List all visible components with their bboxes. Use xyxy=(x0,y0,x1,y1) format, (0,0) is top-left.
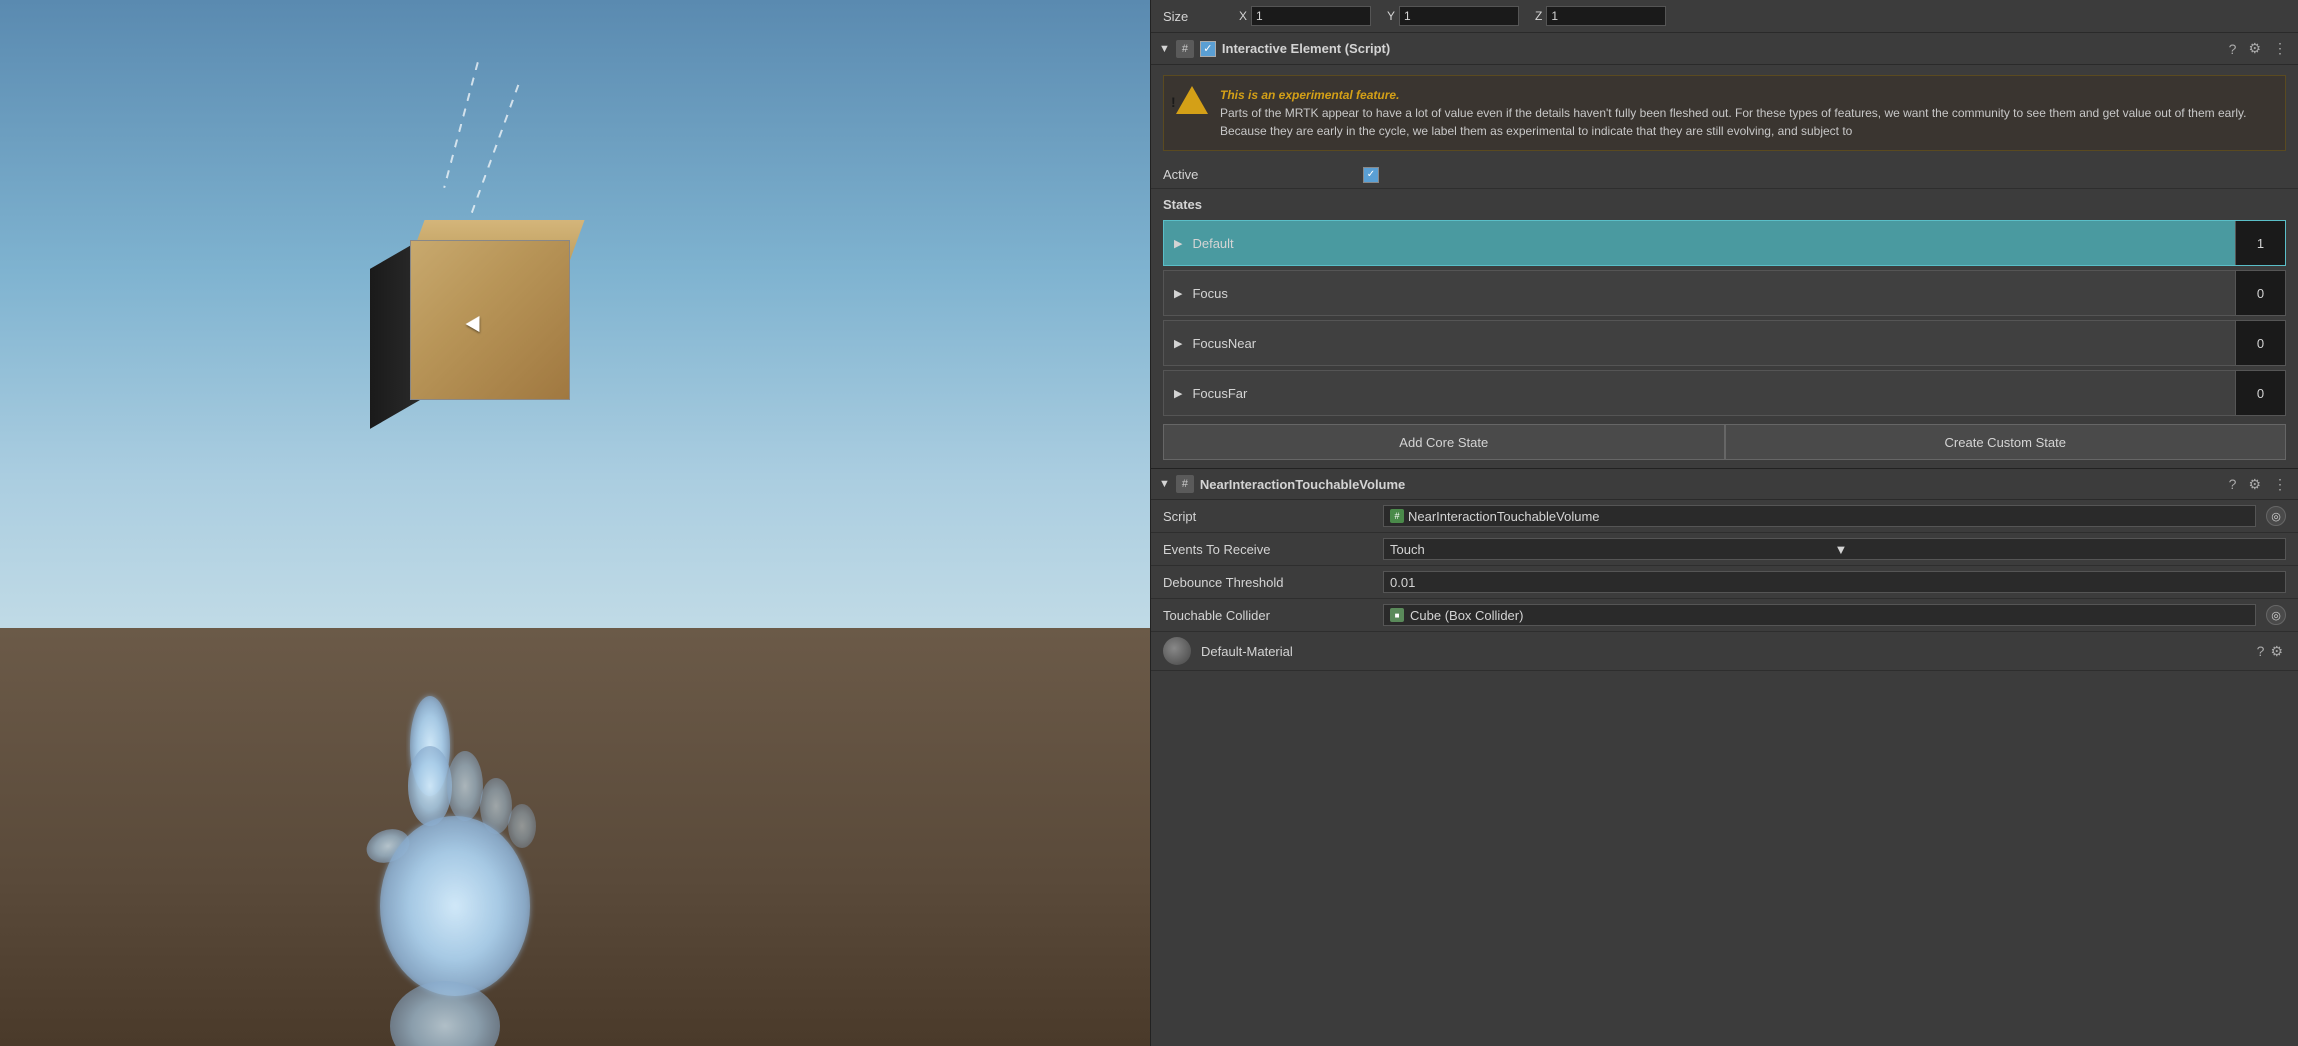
debounce-label: Debounce Threshold xyxy=(1163,575,1383,590)
cube-collider-icon: ■ xyxy=(1390,608,1404,622)
near-interaction-header: ▼ # NearInteractionTouchableVolume ? ⚙ ⋮ xyxy=(1151,468,2298,500)
script-ref-icon: # xyxy=(1390,509,1404,523)
warning-text-content: This is an experimental feature. Parts o… xyxy=(1220,86,2273,140)
ni-hash-badge: # xyxy=(1176,475,1194,493)
ie-section-title: Interactive Element (Script) xyxy=(1222,41,2220,56)
events-dropdown-arrow: ▼ xyxy=(1835,542,2280,557)
state-focus-name: Focus xyxy=(1192,286,2235,301)
state-item-default[interactable]: ▶ Default 1 xyxy=(1163,220,2286,266)
hand-object xyxy=(300,686,580,1046)
collider-ref-field[interactable]: ■ Cube (Box Collider) xyxy=(1383,604,2256,626)
state-focus-arrow[interactable]: ▶ xyxy=(1164,287,1192,300)
ni-settings-icon[interactable]: ⚙ xyxy=(2245,476,2264,493)
debounce-input[interactable] xyxy=(1383,571,2286,593)
size-z-label: Z xyxy=(1535,9,1542,23)
script-row: Script # NearInteractionTouchableVolume … xyxy=(1151,500,2298,533)
ie-hash-badge: # xyxy=(1176,40,1194,58)
active-row: Active ✓ xyxy=(1151,161,2298,189)
warning-body: Parts of the MRTK appear to have a lot o… xyxy=(1220,106,2246,138)
events-row: Events To Receive Touch ▼ xyxy=(1151,533,2298,566)
ie-help-icon[interactable]: ? xyxy=(2226,41,2240,57)
script-value-container: # NearInteractionTouchableVolume ◎ xyxy=(1383,505,2286,527)
collider-ref-text: Cube (Box Collider) xyxy=(1410,608,1523,623)
state-focusnear-value: 0 xyxy=(2235,321,2285,365)
ni-help-icon[interactable]: ? xyxy=(2226,476,2240,492)
ie-settings-icon[interactable]: ⚙ xyxy=(2245,40,2264,57)
state-default-arrow[interactable]: ▶ xyxy=(1164,237,1192,250)
collider-target-button[interactable]: ◎ xyxy=(2266,605,2286,625)
state-default-value: 1 xyxy=(2235,221,2285,265)
events-value: Touch xyxy=(1390,542,1835,557)
size-y-input[interactable] xyxy=(1399,6,1519,26)
inspector-panel: Size X Y Z ▼ # ✓ Interactive Element (Sc… xyxy=(1150,0,2298,1046)
state-focusfar-value: 0 xyxy=(2235,371,2285,415)
material-row: Default-Material ? ⚙ xyxy=(1151,632,2298,671)
states-section-label: States xyxy=(1151,189,2298,216)
state-item-focus[interactable]: ▶ Focus 0 xyxy=(1163,270,2286,316)
ie-enabled-checkbox[interactable]: ✓ xyxy=(1200,41,1216,57)
events-dropdown[interactable]: Touch ▼ xyxy=(1383,538,2286,560)
script-ref-field[interactable]: # NearInteractionTouchableVolume xyxy=(1383,505,2256,527)
ni-collapse-arrow[interactable]: ▼ xyxy=(1159,478,1170,490)
active-label: Active xyxy=(1163,167,1363,182)
script-ref-text: NearInteractionTouchableVolume xyxy=(1408,509,1600,524)
size-y-label: Y xyxy=(1387,9,1395,23)
warning-triangle-icon xyxy=(1176,86,1208,118)
size-label: Size xyxy=(1163,9,1223,24)
material-name-label: Default-Material xyxy=(1201,644,2254,659)
ie-menu-icon[interactable]: ⋮ xyxy=(2270,40,2290,57)
collider-value-container: ■ Cube (Box Collider) ◎ xyxy=(1383,604,2286,626)
state-item-focusnear[interactable]: ▶ FocusNear 0 xyxy=(1163,320,2286,366)
material-sphere-icon xyxy=(1163,637,1191,665)
state-focusnear-name: FocusNear xyxy=(1192,336,2235,351)
size-x-label: X xyxy=(1239,9,1247,23)
interactive-element-header: ▼ # ✓ Interactive Element (Script) ? ⚙ ⋮ xyxy=(1151,33,2298,65)
state-buttons-row: Add Core State Create Custom State xyxy=(1163,424,2286,460)
collider-row: Touchable Collider ■ Cube (Box Collider)… xyxy=(1151,599,2298,632)
script-label: Script xyxy=(1163,509,1383,524)
script-target-button[interactable]: ◎ xyxy=(2266,506,2286,526)
size-x-field: X xyxy=(1239,6,1371,26)
state-default-name: Default xyxy=(1192,236,2235,251)
ie-collapse-arrow[interactable]: ▼ xyxy=(1159,43,1170,55)
ni-menu-icon[interactable]: ⋮ xyxy=(2270,476,2290,493)
ni-section-title: NearInteractionTouchableVolume xyxy=(1200,477,2220,492)
events-label: Events To Receive xyxy=(1163,542,1383,557)
cube-front-face xyxy=(410,240,570,400)
debounce-row: Debounce Threshold xyxy=(1151,566,2298,599)
collider-label: Touchable Collider xyxy=(1163,608,1383,623)
state-focusfar-name: FocusFar xyxy=(1192,386,2235,401)
size-z-input[interactable] xyxy=(1546,6,1666,26)
add-core-state-button[interactable]: Add Core State xyxy=(1163,424,1725,460)
experimental-label: This is an experimental feature. xyxy=(1220,88,1399,102)
state-item-focusfar[interactable]: ▶ FocusFar 0 xyxy=(1163,370,2286,416)
create-custom-state-button[interactable]: Create Custom State xyxy=(1725,424,2287,460)
size-z-field: Z xyxy=(1535,6,1666,26)
size-x-input[interactable] xyxy=(1251,6,1371,26)
material-settings-icon[interactable]: ⚙ xyxy=(2267,643,2286,660)
size-row: Size X Y Z xyxy=(1151,0,2298,33)
state-focusfar-arrow[interactable]: ▶ xyxy=(1164,387,1192,400)
active-checkbox[interactable]: ✓ xyxy=(1363,167,1379,183)
size-y-field: Y xyxy=(1387,6,1519,26)
state-focusnear-arrow[interactable]: ▶ xyxy=(1164,337,1192,350)
warning-box: This is an experimental feature. Parts o… xyxy=(1163,75,2286,151)
viewport-3d xyxy=(0,0,1150,1046)
state-focus-value: 0 xyxy=(2235,271,2285,315)
material-help-icon[interactable]: ? xyxy=(2254,643,2268,659)
